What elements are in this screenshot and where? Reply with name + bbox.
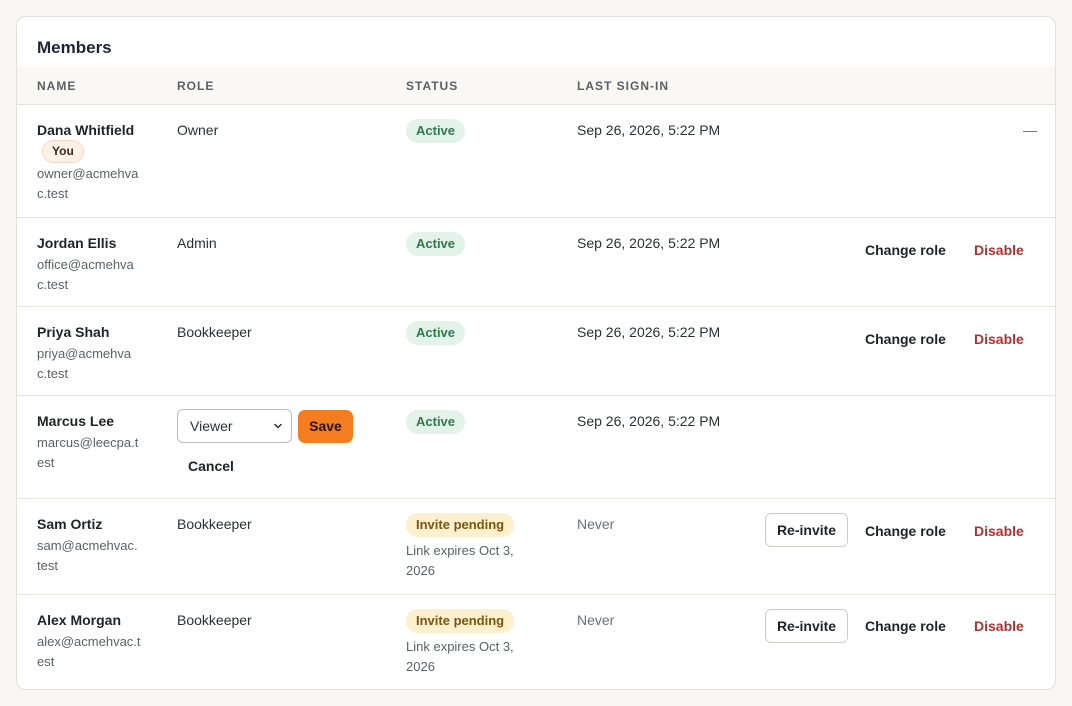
member-role: Bookkeeper	[177, 516, 252, 532]
member-role: Bookkeeper	[177, 612, 252, 628]
member-role: Admin	[177, 235, 217, 251]
table-row: Alex Morgan alex@acmehvac.test Bookkeepe…	[17, 595, 1055, 689]
column-header-status: STATUS	[406, 79, 459, 93]
disable-button[interactable]: Disable	[974, 522, 1024, 540]
member-name: Marcus Lee	[37, 413, 115, 429]
member-name: Priya Shah	[37, 324, 110, 340]
table-header: NAME ROLE STATUS LAST SIGN-IN	[17, 67, 1055, 105]
change-role-button[interactable]: Change role	[865, 330, 946, 348]
card-title: Members	[37, 38, 112, 57]
status-badge: Active	[406, 410, 466, 434]
member-name: Alex Morgan	[37, 612, 122, 628]
change-role-button[interactable]: Change role	[865, 617, 946, 635]
status-badge: Active	[406, 119, 466, 143]
table-row: Dana Whitfield You owner@acmehvac.test O…	[17, 105, 1055, 218]
column-header-role: ROLE	[177, 79, 215, 93]
member-email: office@acmehvac.test	[37, 257, 134, 292]
change-role-button[interactable]: Change role	[865, 241, 946, 259]
no-actions-placeholder: —	[1023, 122, 1037, 138]
column-header-last-signin: LAST SIGN-IN	[577, 79, 669, 93]
last-signin: Never	[577, 612, 615, 628]
status-badge: Active	[406, 321, 466, 345]
role-select[interactable]: Viewer	[177, 409, 292, 443]
table-row: Jordan Ellis office@acmehvac.test Admin …	[17, 218, 1055, 307]
status-badge: Invite pending	[406, 513, 515, 537]
invite-expiry: Link expires Oct 3, 2026	[406, 639, 514, 674]
cancel-button[interactable]: Cancel	[188, 458, 234, 474]
member-email: owner@acmehvac.test	[37, 166, 139, 201]
status-badge: Active	[406, 232, 466, 256]
table-row: Sam Ortiz sam@acmehvac.test Bookkeeper I…	[17, 499, 1055, 595]
status-badge: Invite pending	[406, 609, 515, 633]
disable-button[interactable]: Disable	[974, 241, 1024, 259]
save-button[interactable]: Save	[298, 410, 353, 443]
change-role-button[interactable]: Change role	[865, 522, 946, 540]
member-role: Owner	[177, 122, 219, 138]
chevron-down-icon	[274, 423, 282, 429]
disable-button[interactable]: Disable	[974, 617, 1024, 635]
you-badge: You	[42, 140, 84, 163]
member-name: Jordan Ellis	[37, 235, 117, 251]
reinvite-button[interactable]: Re-invite	[765, 513, 848, 547]
member-email: alex@acmehvac.test	[37, 634, 141, 669]
reinvite-button[interactable]: Re-invite	[765, 609, 848, 643]
invite-expiry: Link expires Oct 3, 2026	[406, 543, 514, 578]
disable-button[interactable]: Disable	[974, 330, 1024, 348]
last-signin: Sep 26, 2026, 5:22 PM	[577, 122, 721, 138]
last-signin: Never	[577, 516, 615, 532]
member-name: Sam Ortiz	[37, 516, 103, 532]
last-signin: Sep 26, 2026, 5:22 PM	[577, 324, 721, 340]
last-signin: Sep 26, 2026, 5:22 PM	[577, 235, 721, 251]
member-role: Bookkeeper	[177, 324, 252, 340]
member-email: priya@acmehvac.test	[37, 346, 132, 381]
table-row: Priya Shah priya@acmehvac.test Bookkeepe…	[17, 307, 1055, 396]
member-email: sam@acmehvac.test	[37, 538, 138, 573]
table-row: Marcus Lee marcus@leecpa.test Viewer Sav…	[17, 396, 1055, 499]
member-email: marcus@leecpa.test	[37, 435, 139, 470]
role-select-value: Viewer	[190, 418, 233, 434]
last-signin: Sep 26, 2026, 5:22 PM	[577, 413, 721, 429]
column-header-name: NAME	[37, 79, 77, 93]
members-card: Members NAME ROLE STATUS LAST SIGN-IN Da…	[16, 16, 1056, 690]
member-name: Dana Whitfield	[37, 122, 135, 138]
